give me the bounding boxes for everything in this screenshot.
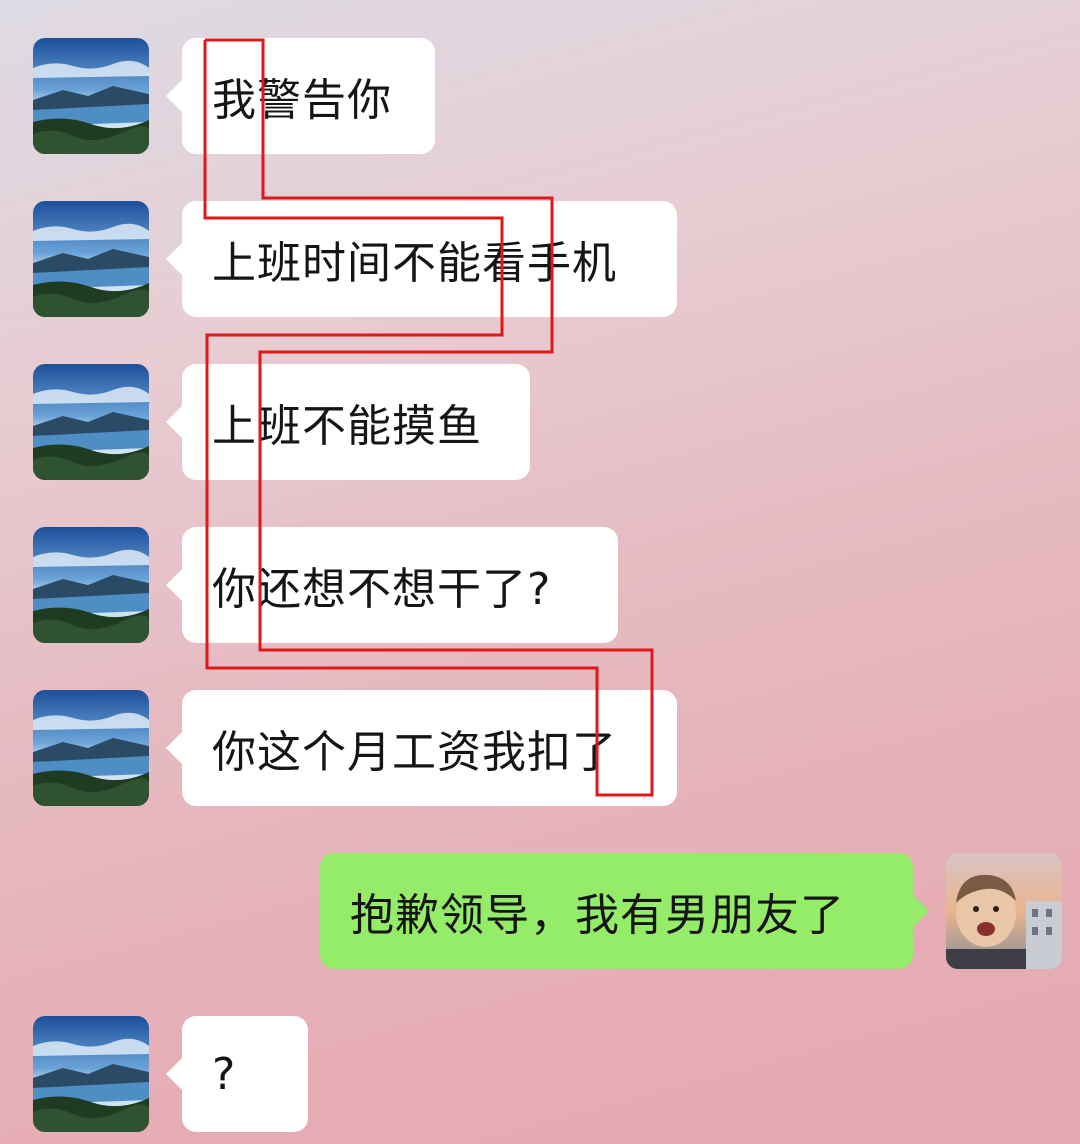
message-text: 你这个月工资我扣了 <box>212 727 617 778</box>
chat-thread: 我警告你 上班时间不能看手机 上班不能摸鱼 你还想不想干了? 你这个月工资我扣了… <box>0 0 1080 1144</box>
message-bubble[interactable]: 你这个月工资我扣了 <box>166 690 677 806</box>
message-bubble[interactable]: ? <box>166 1016 308 1132</box>
message-text: 抱歉领导，我有男朋友了 <box>350 890 845 941</box>
landscape-avatar[interactable] <box>33 690 149 806</box>
baby-photo-avatar[interactable] <box>946 853 1062 969</box>
message-bubble-outgoing[interactable]: 抱歉领导，我有男朋友了 <box>320 853 929 969</box>
landscape-avatar[interactable] <box>33 201 149 317</box>
landscape-avatar[interactable] <box>33 364 149 480</box>
message-bubble[interactable]: 我警告你 <box>166 38 435 154</box>
landscape-avatar[interactable] <box>33 38 149 154</box>
message-text: 上班时间不能看手机 <box>212 238 617 289</box>
message-text: 我警告你 <box>212 75 392 126</box>
landscape-avatar[interactable] <box>33 527 149 643</box>
landscape-avatar[interactable] <box>33 1016 149 1132</box>
message-bubble[interactable]: 上班不能摸鱼 <box>166 364 530 480</box>
message-text: ? <box>212 1048 237 1100</box>
message-bubble[interactable]: 上班时间不能看手机 <box>166 201 677 317</box>
message-bubble[interactable]: 你还想不想干了? <box>166 527 618 643</box>
message-text: 上班不能摸鱼 <box>212 401 482 452</box>
message-text: 你还想不想干了? <box>212 564 552 615</box>
